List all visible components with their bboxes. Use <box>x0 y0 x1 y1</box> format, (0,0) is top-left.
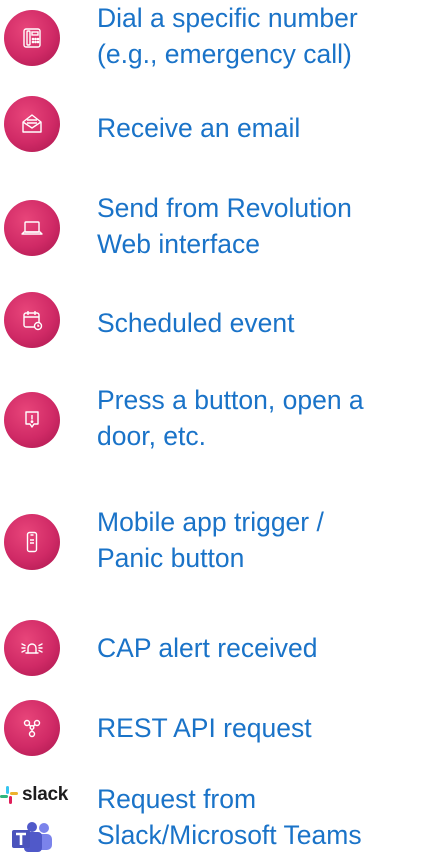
alert-button-icon <box>4 392 60 448</box>
laptop-icon <box>4 200 60 256</box>
api-nodes-icon <box>4 700 60 756</box>
trigger-label-line-1: Mobile app trigger / <box>97 507 324 537</box>
trigger-label-line-1: Request from <box>97 784 257 814</box>
trigger-label-line-2: door, etc. <box>97 421 207 451</box>
slack-logo: slack <box>0 782 72 808</box>
slack-hash-icon <box>0 786 18 804</box>
mobile-phone-icon <box>4 514 60 570</box>
trigger-label-line-2: Panic button <box>97 543 245 573</box>
trigger-label-line-1: Press a button, open a <box>97 385 364 415</box>
siren-icon <box>4 620 60 676</box>
trigger-label-line-2: Web interface <box>97 229 261 259</box>
calendar-clock-icon <box>4 292 60 348</box>
desk-phone-icon <box>4 10 60 66</box>
slack-wordmark: slack <box>22 784 69 805</box>
microsoft-teams-icon <box>10 822 56 852</box>
trigger-label-line-2: Slack/Microsoft Teams <box>97 820 362 850</box>
trigger-label-line-1: REST API request <box>97 713 312 743</box>
trigger-label-line-1: Scheduled event <box>97 308 295 338</box>
trigger-label-line-1: Dial a specific number <box>97 3 358 33</box>
trigger-label-line-1: Receive an email <box>97 113 301 143</box>
trigger-label-line-2: (e.g., emergency call) <box>97 39 352 69</box>
trigger-label-line-1: Send from Revolution <box>97 193 352 223</box>
trigger-label-line-1: CAP alert received <box>97 633 318 663</box>
envelope-icon <box>4 96 60 152</box>
